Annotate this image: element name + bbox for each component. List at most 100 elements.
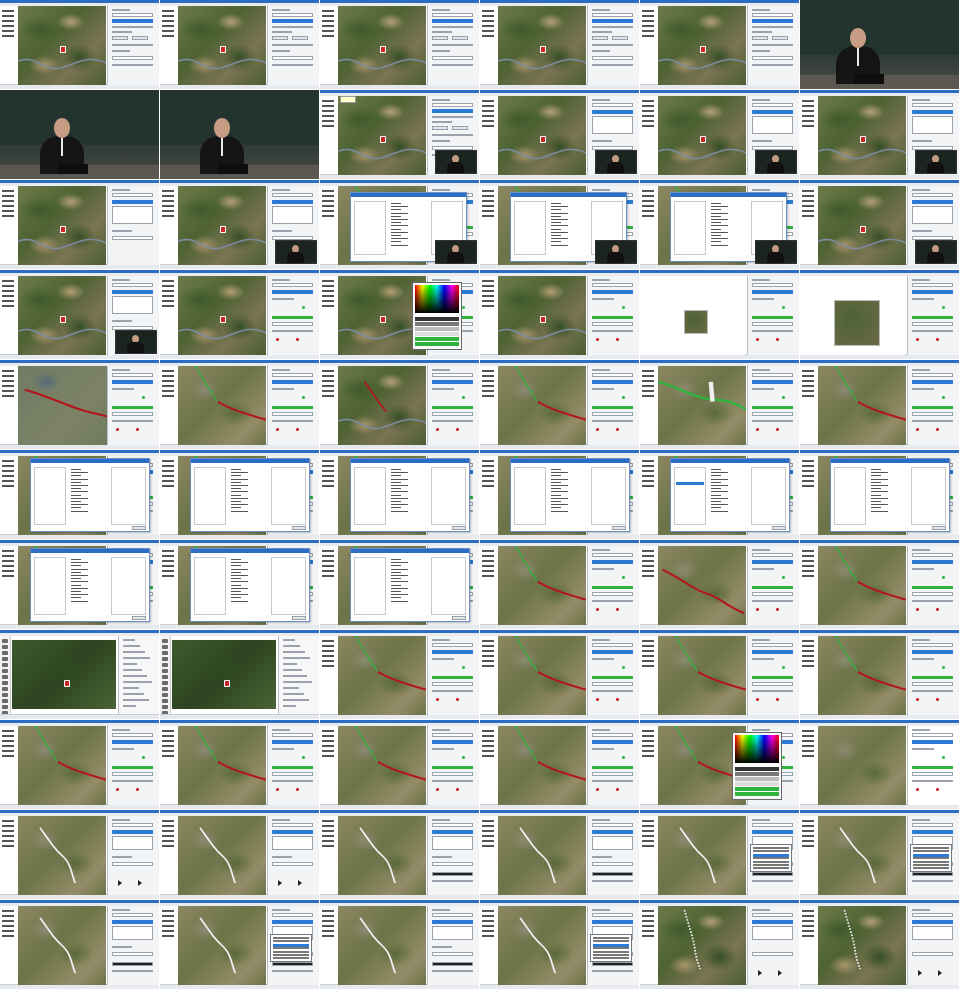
frame-thumbnail[interactable] bbox=[800, 0, 960, 90]
option-text[interactable] bbox=[871, 491, 888, 493]
value-field[interactable] bbox=[272, 322, 313, 326]
sidebar-item[interactable] bbox=[482, 480, 494, 482]
option-text[interactable] bbox=[391, 594, 408, 596]
option-text[interactable] bbox=[551, 241, 561, 243]
tool-button[interactable] bbox=[162, 669, 168, 673]
map-view[interactable] bbox=[18, 816, 106, 895]
sidebar-item[interactable] bbox=[2, 475, 14, 477]
sidebar-item[interactable] bbox=[322, 105, 334, 107]
sidebar-item[interactable] bbox=[322, 485, 334, 487]
dropdown-option[interactable] bbox=[273, 947, 309, 950]
option-text[interactable] bbox=[391, 475, 401, 477]
sidebar-item[interactable] bbox=[482, 820, 494, 822]
sidebar-item[interactable] bbox=[2, 25, 14, 27]
selected-layer[interactable] bbox=[752, 110, 793, 114]
colour-ramp[interactable] bbox=[415, 342, 459, 346]
sidebar-item[interactable] bbox=[2, 395, 14, 397]
tool-button[interactable] bbox=[162, 639, 168, 643]
sidebar-item[interactable] bbox=[322, 920, 334, 922]
sidebar-item[interactable] bbox=[162, 470, 174, 472]
sidebar-item[interactable] bbox=[2, 10, 14, 12]
frame-thumbnail[interactable] bbox=[480, 630, 640, 720]
name-field[interactable] bbox=[752, 823, 793, 827]
option-text[interactable] bbox=[391, 587, 408, 589]
sidebar-item[interactable] bbox=[802, 835, 814, 837]
value-field[interactable] bbox=[912, 682, 953, 686]
selected-layer[interactable] bbox=[272, 290, 313, 294]
option-text[interactable] bbox=[551, 469, 561, 470]
sidebar-item[interactable] bbox=[322, 10, 334, 12]
sidebar-item[interactable] bbox=[162, 740, 174, 742]
sidebar-item[interactable] bbox=[322, 300, 334, 302]
option-text[interactable] bbox=[711, 228, 721, 230]
name-field[interactable] bbox=[912, 553, 953, 557]
frame-thumbnail[interactable] bbox=[800, 810, 960, 900]
dialog-list-left[interactable] bbox=[514, 201, 546, 255]
option-text[interactable] bbox=[871, 504, 888, 506]
value-field[interactable] bbox=[752, 412, 793, 416]
option-text[interactable] bbox=[551, 501, 561, 502]
sidebar-item[interactable] bbox=[162, 200, 174, 202]
sidebar-item[interactable] bbox=[482, 305, 494, 307]
frame-thumbnail[interactable] bbox=[800, 450, 960, 540]
map-view[interactable] bbox=[818, 636, 906, 715]
frame-thumbnail[interactable] bbox=[160, 630, 320, 720]
option-text[interactable] bbox=[391, 578, 401, 580]
sidebar-item[interactable] bbox=[802, 750, 814, 752]
sidebar-item[interactable] bbox=[802, 915, 814, 917]
sidebar-item[interactable] bbox=[802, 480, 814, 482]
name-field[interactable] bbox=[912, 733, 953, 737]
sidebar-item[interactable] bbox=[2, 210, 14, 212]
value-field[interactable] bbox=[432, 56, 473, 60]
sidebar-item[interactable] bbox=[322, 110, 334, 112]
colour-ramp[interactable] bbox=[735, 777, 779, 781]
sidebar-item[interactable] bbox=[2, 305, 14, 307]
name-field[interactable] bbox=[912, 283, 953, 287]
option-text[interactable] bbox=[231, 587, 248, 589]
frame-thumbnail[interactable] bbox=[160, 180, 320, 270]
sidebar-item[interactable] bbox=[802, 920, 814, 922]
dropdown-option[interactable] bbox=[913, 857, 949, 860]
selected-layer[interactable] bbox=[112, 740, 153, 744]
map-view[interactable] bbox=[178, 276, 266, 355]
sidebar-item[interactable] bbox=[322, 655, 334, 657]
name-field[interactable] bbox=[432, 13, 473, 17]
selected-layer[interactable] bbox=[112, 200, 153, 204]
frame-thumbnail[interactable] bbox=[0, 360, 160, 450]
map-view[interactable] bbox=[338, 96, 426, 175]
dropdown-option[interactable] bbox=[753, 864, 789, 866]
sidebar-item[interactable] bbox=[482, 755, 494, 757]
frame-thumbnail[interactable] bbox=[320, 180, 480, 270]
sidebar-item[interactable] bbox=[802, 125, 814, 127]
marker-button[interactable] bbox=[136, 428, 139, 431]
value-field[interactable] bbox=[592, 412, 633, 416]
frame-thumbnail[interactable] bbox=[160, 900, 320, 990]
option-text[interactable] bbox=[871, 475, 881, 477]
panel-button[interactable] bbox=[292, 36, 308, 40]
settings-dialog[interactable] bbox=[350, 458, 470, 532]
tool-button[interactable] bbox=[162, 681, 168, 685]
sidebar-item[interactable] bbox=[802, 190, 814, 192]
sidebar-item[interactable] bbox=[162, 215, 174, 217]
sidebar-item[interactable] bbox=[482, 485, 494, 487]
sidebar-item[interactable] bbox=[802, 930, 814, 932]
option-text[interactable] bbox=[391, 491, 408, 493]
name-field[interactable] bbox=[112, 193, 153, 197]
selected-layer[interactable] bbox=[592, 19, 633, 23]
option-text[interactable] bbox=[71, 594, 88, 596]
sidebar-item[interactable] bbox=[642, 730, 654, 732]
sidebar-item[interactable] bbox=[162, 915, 174, 917]
option-text[interactable] bbox=[71, 559, 81, 560]
map-view[interactable] bbox=[178, 186, 266, 265]
sidebar-item[interactable] bbox=[802, 470, 814, 472]
sidebar-item[interactable] bbox=[162, 375, 174, 377]
dialog-list-left[interactable] bbox=[194, 467, 226, 525]
frame-thumbnail[interactable] bbox=[160, 270, 320, 360]
tool-button[interactable] bbox=[2, 699, 8, 703]
sidebar-item[interactable] bbox=[482, 830, 494, 832]
name-field[interactable] bbox=[432, 913, 473, 917]
name-field[interactable] bbox=[432, 733, 473, 737]
frame-thumbnail[interactable] bbox=[320, 810, 480, 900]
sidebar-item[interactable] bbox=[482, 745, 494, 747]
sidebar-item[interactable] bbox=[802, 745, 814, 747]
